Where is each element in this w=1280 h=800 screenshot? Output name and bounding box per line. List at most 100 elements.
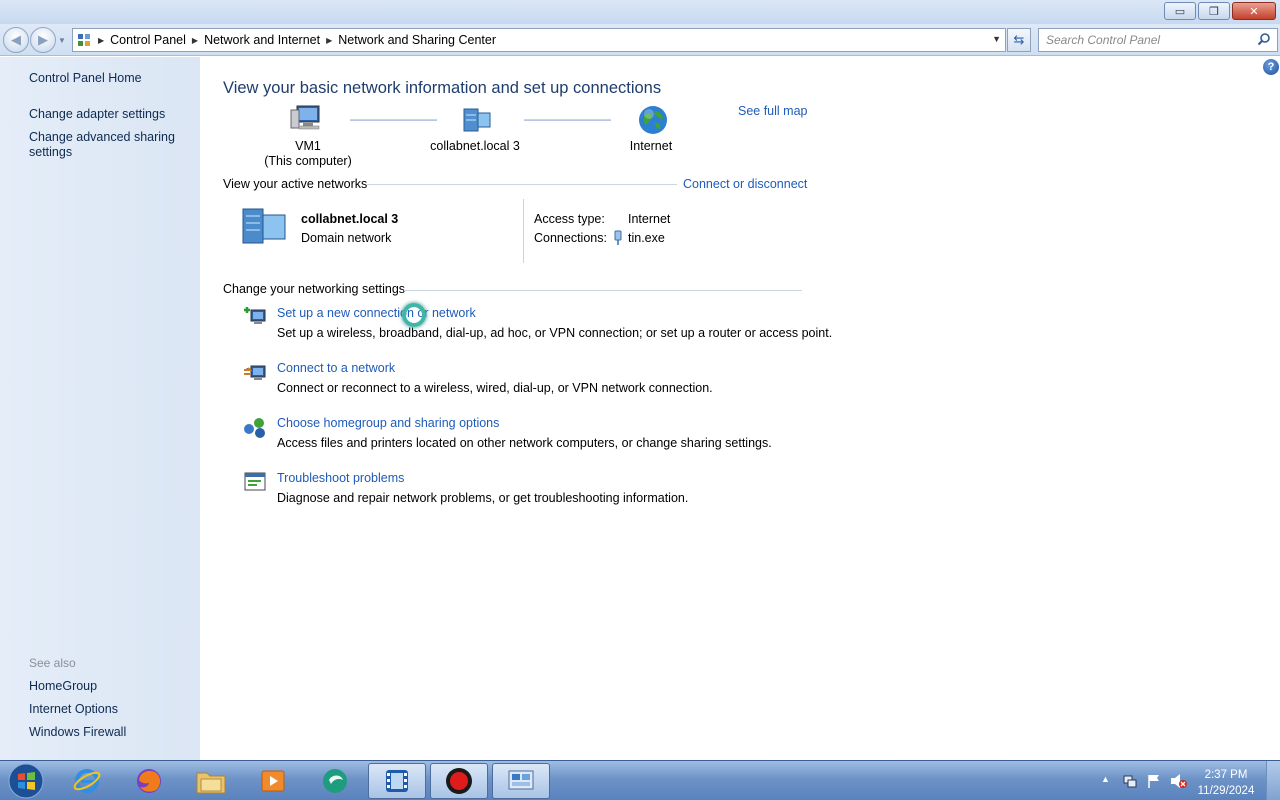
busy-cursor-icon [402, 303, 426, 327]
internet-globe-icon[interactable] [637, 104, 669, 139]
see-full-map-link[interactable]: See full map [738, 104, 807, 118]
domain-network-large-icon[interactable] [240, 206, 290, 249]
back-button[interactable]: ◀ [3, 27, 29, 53]
media-player-icon [261, 770, 285, 792]
access-type-value: Internet [628, 212, 671, 226]
start-button[interactable] [4, 762, 48, 800]
breadcrumb-network-and-sharing-center[interactable]: Network and Sharing Center [335, 33, 499, 47]
sidebar-item-change-adapter-settings[interactable]: Change adapter settings [29, 107, 165, 122]
tray-action-center-flag-icon[interactable] [1146, 773, 1162, 792]
active-network-type[interactable]: Domain network [301, 231, 391, 245]
map-connector [524, 119, 611, 121]
internet-explorer-icon [73, 769, 101, 793]
main-content: ? View your basic network information an… [200, 57, 1280, 760]
section-divider [367, 184, 677, 185]
refresh-button[interactable]: ⇆ [1007, 28, 1031, 52]
domain-network-icon[interactable] [462, 105, 494, 136]
refresh-icon: ⇆ [1013, 32, 1025, 47]
homegroup-sharing-link[interactable]: Choose homegroup and sharing options [277, 416, 499, 430]
connect-to-network-link[interactable]: Connect to a network [277, 361, 395, 375]
troubleshoot-problems-link[interactable]: Troubleshoot problems [277, 471, 404, 485]
taskbar-explorer[interactable] [182, 763, 240, 799]
network-control-panel-icon [508, 770, 534, 790]
sidebar-item-change-advanced-sharing-settings[interactable]: Change advanced sharing settings [29, 130, 175, 160]
tray-network-icon[interactable] [1122, 773, 1138, 792]
control-panel-icon [73, 29, 95, 51]
taskbar-media-player[interactable] [244, 763, 302, 799]
map-connector [350, 119, 437, 121]
taskbar-video-editor[interactable] [368, 763, 426, 799]
tray-volume-muted-icon[interactable] [1170, 773, 1188, 792]
map-computer-sub: (This computer) [264, 154, 352, 168]
window-controls: ▭ ❐ ✕ [1164, 2, 1276, 20]
breadcrumb-separator-icon[interactable]: ▶ [95, 36, 107, 45]
taskbar-internet-explorer[interactable] [58, 763, 116, 799]
film-icon [386, 770, 408, 792]
show-hidden-icons-icon[interactable]: ▲ [1101, 774, 1110, 784]
new-connection-icon [243, 304, 267, 328]
active-networks-heading: View your active networks [223, 177, 368, 191]
connection-plug-icon [613, 230, 623, 249]
active-network-name: collabnet.local 3 [301, 212, 399, 226]
back-arrow-icon: ◀ [11, 32, 21, 47]
sidebar-item-homegroup[interactable]: HomeGroup [29, 679, 97, 694]
windows-logo-icon [8, 763, 44, 799]
clock-time: 2:37 PM [1204, 769, 1248, 781]
troubleshoot-problems-desc: Diagnose and repair network problems, or… [277, 491, 689, 505]
title-bar: ▭ ❐ ✕ [0, 0, 1280, 24]
connect-or-disconnect-link[interactable]: Connect or disconnect [683, 177, 807, 191]
breadcrumb-separator-icon[interactable]: ▶ [323, 36, 335, 45]
taskbar: ▲ 2:37 PM 11/29/2024 [0, 760, 1280, 800]
recent-pages-dropdown-icon[interactable]: ▼ [58, 36, 66, 45]
connections-label: Connections: [534, 231, 607, 245]
address-dropdown-icon[interactable]: ▼ [992, 34, 1001, 44]
homegroup-sharing-desc: Access files and printers located on oth… [277, 436, 772, 450]
map-network-label[interactable]: collabnet.local 3 [420, 139, 530, 154]
forward-button[interactable]: ▶ [30, 27, 56, 53]
minimize-button[interactable]: ▭ [1164, 2, 1196, 20]
connect-to-network-icon [243, 360, 267, 384]
breadcrumb-control-panel[interactable]: Control Panel [107, 33, 189, 47]
computer-icon [289, 104, 323, 137]
sidebar-item-label: settings [29, 145, 73, 159]
see-also-heading: See also [29, 656, 76, 670]
taskbar-firefox[interactable] [120, 763, 178, 799]
map-computer-label[interactable]: VM1 (This computer) [258, 139, 358, 169]
taskbar-teal-app[interactable] [306, 763, 364, 799]
taskbar-clock[interactable]: 2:37 PM 11/29/2024 [1196, 767, 1256, 799]
taskbar-recorder[interactable] [430, 763, 488, 799]
section-divider [404, 290, 802, 291]
help-icon[interactable]: ? [1263, 59, 1279, 75]
address-row: ◀ ▶ ▼ ▶ Control Panel ▶ Network and Inte… [0, 24, 1280, 56]
page-title: View your basic network information and … [223, 79, 662, 97]
firefox-icon [137, 769, 161, 793]
forward-arrow-icon: ▶ [38, 32, 48, 47]
folder-icon [196, 772, 226, 794]
sidebar-item-internet-options[interactable]: Internet Options [29, 702, 118, 717]
search-box [1038, 28, 1278, 52]
clock-date: 11/29/2024 [1197, 785, 1255, 797]
access-type-label: Access type: [534, 212, 605, 226]
taskbar-control-panel[interactable] [492, 763, 550, 799]
networking-settings-heading: Change your networking settings [223, 282, 406, 296]
close-button[interactable]: ✕ [1232, 2, 1276, 20]
breadcrumb-network-and-internet[interactable]: Network and Internet [201, 33, 323, 47]
connection-tin-exe-link[interactable]: tin.exe [628, 231, 665, 245]
search-input[interactable] [1039, 29, 1249, 51]
sidebar-item-windows-firewall[interactable]: Windows Firewall [29, 725, 126, 740]
show-desktop-button[interactable] [1266, 761, 1280, 800]
sidebar-item-control-panel-home[interactable]: Control Panel Home [29, 71, 142, 86]
setup-new-connection-link[interactable]: Set up a new connection or network [277, 306, 476, 320]
connect-to-network-desc: Connect or reconnect to a wireless, wire… [277, 381, 713, 395]
record-icon [446, 768, 472, 794]
sidebar: Control Panel Home Change adapter settin… [0, 57, 200, 760]
map-internet-label[interactable]: Internet [616, 139, 686, 154]
teal-app-icon [323, 769, 347, 793]
breadcrumb-separator-icon[interactable]: ▶ [189, 36, 201, 45]
troubleshoot-icon [243, 470, 267, 494]
search-icon[interactable] [1257, 32, 1271, 49]
vertical-divider [523, 199, 524, 263]
address-bar[interactable]: ▶ Control Panel ▶ Network and Internet ▶… [72, 28, 1006, 52]
setup-new-connection-desc: Set up a wireless, broadband, dial-up, a… [277, 326, 833, 340]
maximize-button[interactable]: ❐ [1198, 2, 1230, 20]
